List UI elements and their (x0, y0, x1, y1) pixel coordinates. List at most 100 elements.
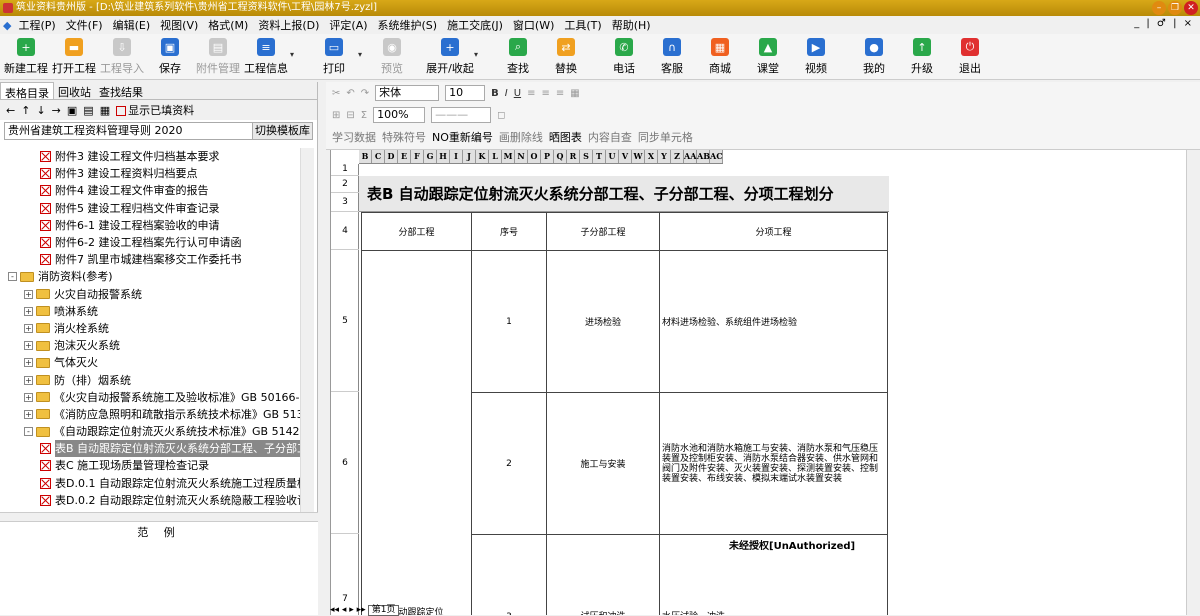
tree-node[interactable]: 附件6-2 建设工程档案先行认可申请函 (0, 234, 300, 251)
row-subdivision[interactable]: 进场检验 (546, 250, 660, 393)
tree-scrollbar[interactable] (300, 148, 314, 512)
toolbar-button[interactable]: ▲ 课堂 (744, 34, 792, 79)
menu-item[interactable]: 格式(M) (203, 17, 253, 33)
tab-recycle-bin[interactable]: 回收站 (54, 82, 95, 99)
division-cell[interactable]: 自动跟踪定位 (361, 250, 472, 615)
menu-item[interactable]: 评定(A) (324, 17, 372, 33)
sync-cell-button[interactable]: 同步单元格 (638, 129, 693, 145)
switch-template-button[interactable]: 切换模板库 (252, 123, 312, 139)
row-subdivision[interactable]: 施工与安装 (546, 392, 660, 535)
dropdown-arrow-icon[interactable]: ▾ (290, 34, 300, 79)
vertical-splitter[interactable] (318, 82, 326, 615)
row-subdivision[interactable]: 试压和冲洗 (546, 534, 660, 615)
expand-toggle-icon[interactable]: + (24, 289, 33, 299)
menu-item[interactable]: 帮助(H) (607, 17, 656, 33)
column-header[interactable]: AA (684, 150, 697, 163)
column-header[interactable]: W (632, 150, 645, 163)
merge-icon[interactable]: ⊟ (346, 110, 354, 121)
up-arrow-icon[interactable]: ↑ (21, 104, 30, 117)
column-header[interactable]: G (424, 150, 437, 163)
column-header[interactable]: L (489, 150, 502, 163)
column-header[interactable]: AB (697, 150, 710, 163)
expand-toggle-icon[interactable]: - (8, 272, 17, 282)
toolbar-button[interactable]: ↑ 升级 (898, 34, 946, 79)
menu-item[interactable]: 窗口(W) (508, 17, 559, 33)
copy-icon[interactable]: ▣ (67, 104, 77, 117)
sum-icon[interactable]: Σ (361, 110, 367, 121)
expand-toggle-icon[interactable]: + (24, 409, 33, 419)
template-combo[interactable]: 贵州省建筑工程资料管理导则 2020 切换模板库 (4, 122, 313, 140)
menu-item[interactable]: 工具(T) (559, 17, 606, 33)
tree-node[interactable]: + 泡沫灭火系统 (0, 337, 300, 354)
grid-icon[interactable]: ▦ (570, 88, 579, 99)
column-header[interactable]: E (398, 150, 411, 163)
header-division[interactable]: 分部工程 (361, 212, 472, 251)
column-header[interactable]: P (541, 150, 554, 163)
cut-icon[interactable]: ✂ (332, 88, 340, 99)
menu-item[interactable]: 系统维护(S) (373, 17, 443, 33)
paste-icon[interactable]: ▤ (83, 104, 93, 117)
tree-node[interactable]: 表B 自动跟踪定位射流灭火系统分部工程、子分部工程 (0, 440, 300, 458)
back-arrow-icon[interactable]: ← (6, 104, 15, 117)
close-button[interactable]: ✕ (1184, 1, 1198, 15)
column-header[interactable]: V (619, 150, 632, 163)
expand-toggle-icon[interactable]: + (24, 358, 33, 368)
column-header[interactable]: N (515, 150, 528, 163)
sheet-title[interactable]: 表B 自动跟踪定位射流灭火系统分部工程、子分部工程、分项工程划分 (359, 176, 889, 212)
toolbar-button[interactable]: ⏻ 退出 (946, 34, 994, 79)
toolbar-button[interactable]: + 新建工程 (2, 34, 50, 79)
column-header[interactable]: Y (658, 150, 671, 163)
tree-node[interactable]: 附件4 建设工程文件审查的报告 (0, 182, 300, 199)
toolbar-button[interactable]: ⌕ 查找 (494, 34, 542, 79)
menu-item[interactable]: 编辑(E) (108, 17, 156, 33)
column-header[interactable]: X (645, 150, 658, 163)
learn-data-button[interactable]: 学习数据 (332, 129, 376, 145)
header-items[interactable]: 分项工程 (659, 212, 888, 251)
expand-toggle-icon[interactable]: + (24, 375, 33, 385)
column-header[interactable]: C (372, 150, 385, 163)
toolbar-button[interactable]: ▦ 商城 (696, 34, 744, 79)
column-header[interactable]: R (567, 150, 580, 163)
expand-toggle-icon[interactable]: + (24, 341, 33, 351)
underline-icon[interactable]: U (514, 88, 521, 99)
font-size-select[interactable]: 10 (445, 85, 486, 101)
border-icon[interactable]: ◻ (497, 110, 505, 121)
font-select[interactable]: 宋体 (375, 85, 440, 101)
forward-arrow-icon[interactable]: → (52, 104, 61, 117)
column-header[interactable]: U (606, 150, 619, 163)
minimize-button[interactable]: – (1152, 1, 1166, 15)
expand-toggle-icon[interactable]: - (24, 427, 33, 437)
menu-item[interactable]: 文件(F) (61, 17, 108, 33)
tree-node[interactable]: + 《火灾自动报警系统施工及验收标准》GB 50166-2019 (0, 389, 300, 406)
self-check-button[interactable]: 内容自查 (588, 129, 632, 145)
italic-icon[interactable]: I (505, 88, 508, 99)
tree-node[interactable]: + 防（排）烟系统 (0, 371, 300, 388)
tree-node[interactable]: + 《消防应急照明和疏散指示系统技术标准》GB 51309-20 (0, 406, 300, 423)
insert-row-icon[interactable]: ⊞ (332, 110, 340, 121)
tree-node[interactable]: 附件6-1 建设工程档案验收的申请 (0, 217, 300, 234)
column-header[interactable]: Q (554, 150, 567, 163)
tree-node[interactable]: 附件7 凯里市城建档案移交工作委托书 (0, 251, 300, 268)
horizontal-splitter[interactable] (0, 512, 318, 522)
bold-icon[interactable]: B (491, 88, 499, 99)
toolbar-button[interactable]: ✆ 电话 (600, 34, 648, 79)
column-header[interactable]: J (463, 150, 476, 163)
row-number[interactable]: 1 (471, 250, 547, 393)
column-header[interactable]: M (502, 150, 515, 163)
tree-node[interactable]: 附件5 建设工程归档文件审查记录 (0, 200, 300, 217)
tree-node[interactable]: + 喷淋系统 (0, 303, 300, 320)
list-icon[interactable]: ▦ (100, 104, 110, 117)
column-header[interactable]: B (359, 150, 372, 163)
toolbar-button[interactable]: ▤ 附件管理 (194, 34, 242, 79)
align-right-icon[interactable]: ≡ (556, 88, 564, 99)
tree-node[interactable]: 附件3 建设工程文件归档基本要求 (0, 148, 300, 165)
tab-catalog[interactable]: 表格目录 (0, 82, 54, 100)
sheet-nav-icon[interactable]: ◂◂ ◂ ▸ ▸▸ (330, 605, 366, 615)
tree-node[interactable]: 附件3 建设工程资料归档要点 (0, 165, 300, 182)
header-number[interactable]: 序号 (471, 212, 547, 251)
row-number[interactable]: 3 (471, 534, 547, 615)
tree-node[interactable]: + 消火栓系统 (0, 320, 300, 337)
toolbar-button[interactable]: ▶ 视频 (792, 34, 840, 79)
column-header[interactable]: K (476, 150, 489, 163)
toolbar-button[interactable]: ∩ 客服 (648, 34, 696, 79)
